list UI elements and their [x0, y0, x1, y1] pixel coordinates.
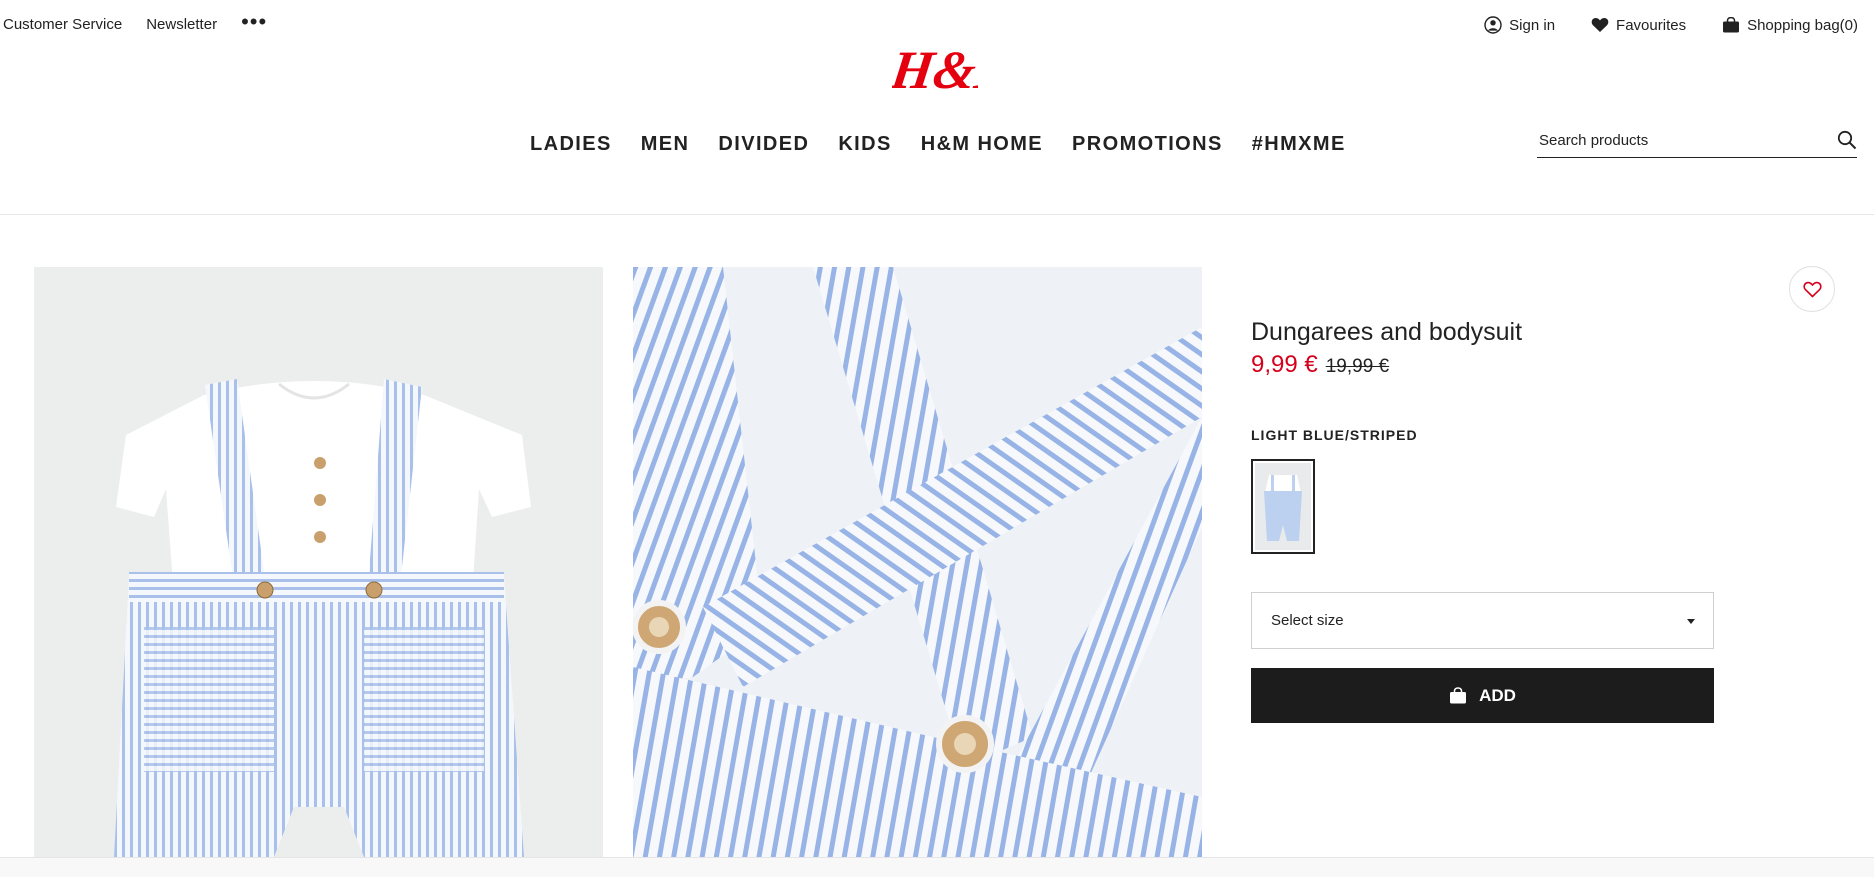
product-image-detail[interactable] [633, 267, 1202, 857]
shopping-bag-link[interactable]: Shopping bag(0) [1722, 17, 1858, 34]
shopping-bag-label: Shopping bag(0) [1747, 16, 1858, 34]
add-to-bag-button[interactable]: ADD [1251, 668, 1714, 723]
color-swatch-light-blue-striped[interactable] [1251, 459, 1315, 554]
nav-item-kids[interactable]: KIDS [838, 133, 891, 156]
favourites-link[interactable]: Favourites [1591, 17, 1686, 34]
search-icon[interactable] [1837, 130, 1857, 150]
chevron-down-icon [1687, 619, 1695, 624]
price-row: 9,99 € 19,99 € [1251, 351, 1389, 379]
nav-item-divided[interactable]: DIVIDED [718, 133, 809, 156]
nav-item-hm-home[interactable]: H&M HOME [921, 133, 1043, 156]
search-bar [1537, 124, 1857, 158]
sign-in-label: Sign in [1509, 16, 1556, 34]
size-select-label: Select size [1271, 612, 1344, 629]
brand-logo[interactable]: H&M [887, 40, 1030, 100]
add-to-favourites-button[interactable] [1789, 266, 1835, 312]
swatch-thumbnail [1255, 463, 1311, 550]
sign-in-link[interactable]: Sign in [1484, 16, 1555, 34]
favourites-label: Favourites [1616, 16, 1687, 34]
nav-item-promotions[interactable]: PROMOTIONS [1072, 133, 1223, 156]
main-navigation: LADIES MEN DIVIDED KIDS H&M HOME PROMOTI… [530, 133, 1346, 156]
product-title: Dungarees and bodysuit [1251, 318, 1523, 346]
color-name: LIGHT BLUE/STRIPED [1251, 427, 1418, 443]
nav-item-men[interactable]: MEN [641, 133, 690, 156]
original-price: 19,99 € [1325, 356, 1390, 377]
sale-price: 9,99 € [1251, 351, 1318, 378]
more-menu-button[interactable]: ••• [241, 10, 267, 32]
bottom-scroll-edge [0, 857, 1874, 877]
nav-item-ladies[interactable]: LADIES [530, 133, 612, 156]
customer-service-link[interactable]: Customer Service [3, 16, 122, 33]
heart-outline-icon [1802, 281, 1822, 298]
newsletter-link[interactable]: Newsletter [146, 16, 217, 33]
bag-icon [1723, 17, 1740, 33]
header-divider [0, 214, 1874, 215]
user-icon [1484, 16, 1502, 34]
top-left-links: Customer Service Newsletter ••• [3, 10, 267, 33]
size-select-dropdown[interactable]: Select size [1251, 592, 1714, 649]
logo-text: H&M [892, 40, 978, 98]
bag-icon [1450, 687, 1467, 704]
product-image-front[interactable] [34, 267, 603, 857]
nav-item-hmxme[interactable]: #HMXME [1252, 133, 1346, 156]
add-button-label: ADD [1479, 685, 1516, 705]
search-input[interactable] [1537, 132, 1817, 149]
heart-icon [1591, 18, 1609, 32]
account-links: Sign in Favourites Shopping bag(0) [1484, 16, 1858, 34]
